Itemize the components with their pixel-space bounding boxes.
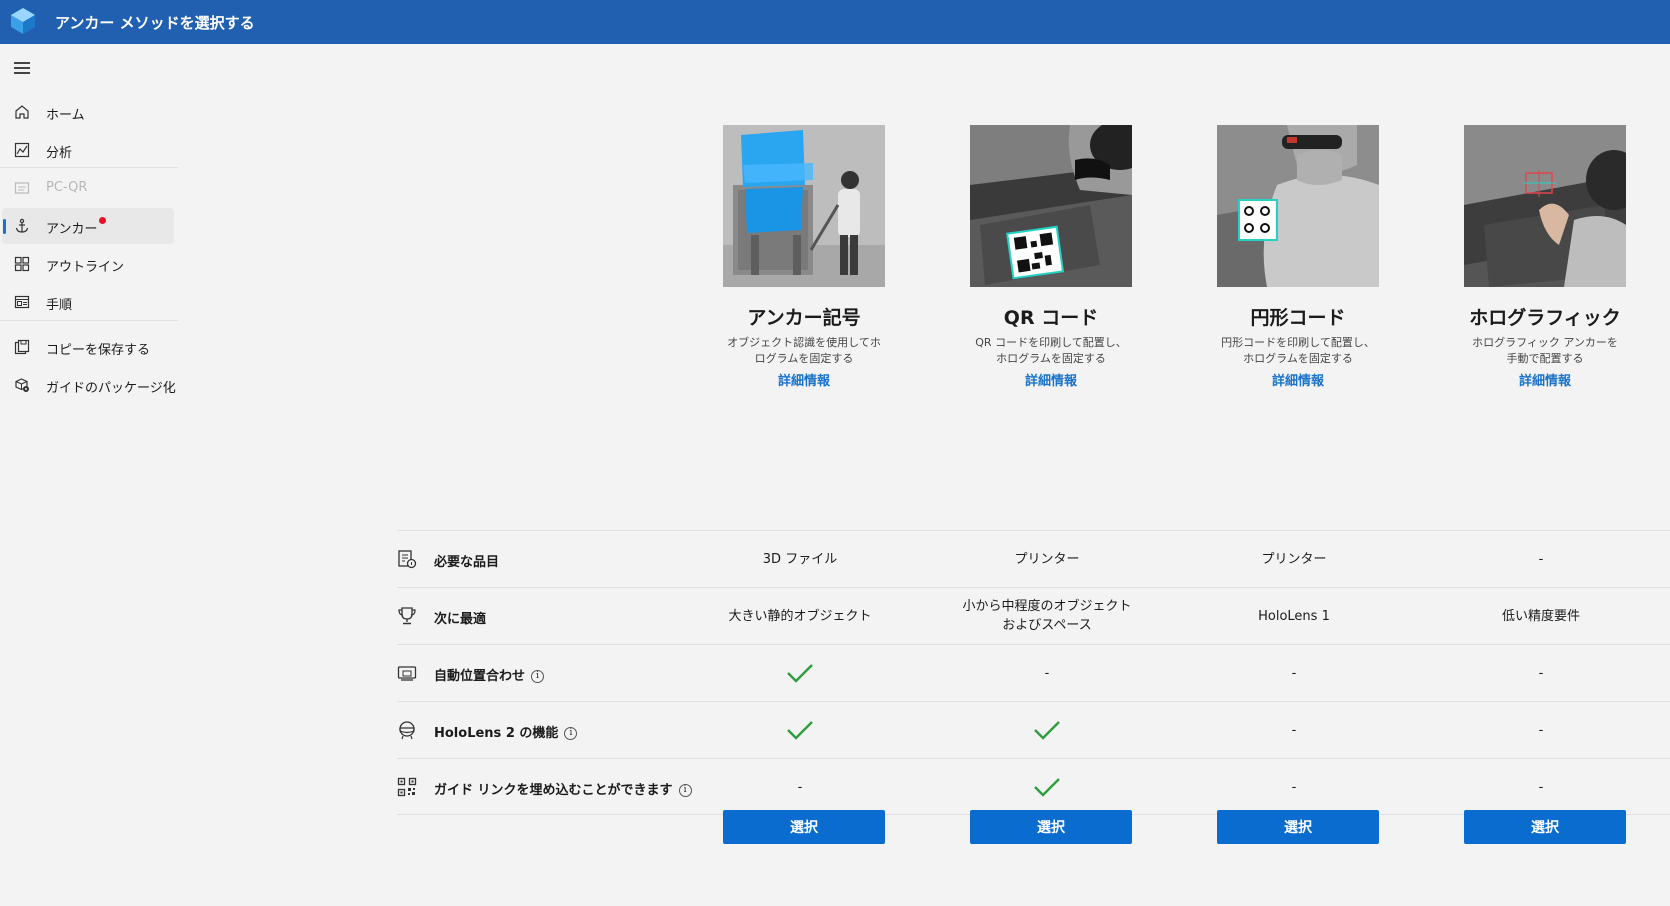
table-cell: HoloLens 1 [1258,608,1330,624]
select-holographic-button[interactable]: 選択 [1464,810,1626,844]
anchor-icon [15,218,29,233]
card-title: 円形コード [1250,307,1346,329]
checkmark-icon [1034,778,1060,797]
checkmark-icon [787,664,813,683]
analytics-icon [14,142,30,158]
check-cell [947,759,1147,815]
learn-more-link[interactable]: 詳細情報 [1217,370,1379,389]
hololens-icon [399,721,415,740]
window-title: アンカー メソッドを選択する [55,14,255,32]
holographic-anchor-image [1464,125,1626,287]
sidebar-item-steps[interactable]: 手順 [2,284,174,320]
check-cell [700,645,900,701]
card-description: 円形コードを印刷して配置し、ホログラムを固定する [1221,336,1375,365]
row-label: ガイド リンクを埋め込むことができます i [434,779,692,798]
table-cell: - [1291,779,1297,795]
learn-more-link[interactable]: 詳細情報 [723,370,885,389]
divider [0,167,178,168]
info-icon[interactable]: i [678,784,692,797]
checklist-icon [398,550,417,569]
sidebar-item-pc-qr: PC-QR [2,170,174,206]
table-cell: - [1291,722,1297,738]
sidebar-item-anchor[interactable]: アンカー [2,208,174,244]
anchor-method-card-circular: 円形コード 円形コードを印刷して配置し、ホログラムを固定する 詳細情報 [1217,125,1379,389]
checkmark-icon [1034,721,1060,740]
trophy-icon [398,607,416,625]
sidebar-item-label: コピーを保存する [46,343,151,358]
card-title: QR コード [1003,307,1099,329]
notification-badge [99,217,107,224]
sidebar-item-label: ガイドのパッケージ化 [46,381,176,396]
table-row-guide-link: ガイド リンクを埋め込むことができます i - - - [397,758,1670,815]
sidebar-item-analysis[interactable]: 分析 [2,132,174,168]
select-circular-code-button[interactable]: 選択 [1217,810,1379,844]
save-copy-icon [14,339,30,355]
sidebar-item-label: 分析 [46,146,73,161]
sidebar: ホーム 分析 PC-QR アンカー アウトライン 手順 コピーを保存する ガイド… [0,44,178,906]
card-icon [14,182,30,194]
learn-more-link[interactable]: 詳細情報 [970,370,1132,389]
sidebar-item-outline[interactable]: アウトライン [2,246,174,282]
card-description: ホログラフィック アンカーを手動で配置する [1472,336,1618,365]
steps-icon [14,295,30,309]
table-cell: - [1538,722,1544,738]
checkmark-icon [787,721,813,740]
table-cell: - [1044,665,1050,681]
table-row-required-items: 必要な品目 3D ファイル プリンター プリンター - [397,530,1670,587]
row-label: 次に最適 [434,612,487,627]
sidebar-item-label: アウトライン [46,260,125,275]
anchor-method-card-qr: QR コード QR コードを印刷して配置し、ホログラムを固定する 詳細情報 [970,125,1132,389]
table-cell: - [1538,779,1544,795]
info-icon[interactable]: i [531,670,545,683]
table-row-hololens2: HoloLens 2 の機能 i - - [397,701,1670,758]
main-content: アンカー記号 オブジェクト認識を使用してホログラムを固定する 詳細情報 QR コ… [178,44,1670,906]
sidebar-item-home[interactable]: ホーム [2,94,174,130]
table-row-best-for: 次に最適 大きい静的オブジェクト 小から中程度のオブジェクトおよびスペース Ho… [397,587,1670,644]
title-bar: アンカー メソッドを選択する [0,0,1670,44]
check-cell [947,702,1147,758]
anchor-method-card-object: アンカー記号 オブジェクト認識を使用してホログラムを固定する 詳細情報 [723,125,885,389]
table-row-auto-align: 自動位置合わせ i - - - [397,644,1670,701]
grid-icon [14,256,30,272]
table-cell: - [1538,665,1544,681]
table-cell: 3D ファイル [762,551,838,567]
card-description: QR コードを印刷して配置し、ホログラムを固定する [975,336,1127,365]
table-cell: - [797,779,803,795]
object-anchor-image [723,125,885,287]
info-icon[interactable]: i [564,727,578,740]
divider [0,320,178,321]
select-anchor-symbol-button[interactable]: 選択 [723,810,885,844]
table-cell: 小から中程度のオブジェクトおよびスペース [962,599,1132,633]
check-cell [700,702,900,758]
table-cell: 大きい静的オブジェクト [728,608,872,624]
package-icon [15,378,29,392]
card-title: アンカー記号 [747,307,861,329]
hamburger-menu-icon[interactable] [14,62,30,76]
card-description: オブジェクト認識を使用してホログラムを固定する [727,336,881,365]
row-label: 必要な品目 [434,555,500,570]
sidebar-item-label: ホーム [46,108,85,123]
learn-more-link[interactable]: 詳細情報 [1464,370,1626,389]
sidebar-item-label: PC-QR [46,180,88,195]
row-label: 自動位置合わせ i [434,665,545,684]
sidebar-item-label: 手順 [46,298,73,313]
qr-anchor-image [970,125,1132,287]
row-label: HoloLens 2 の機能 i [434,722,578,741]
select-qr-code-button[interactable]: 選択 [970,810,1132,844]
anchor-method-card-holographic: ホログラフィック ホログラフィック アンカーを手動で配置する 詳細情報 [1464,125,1626,389]
table-cell: - [1291,665,1297,681]
sidebar-item-package-guide[interactable]: ガイドのパッケージ化 [2,367,176,403]
card-title: ホログラフィック [1469,307,1621,329]
table-cell: プリンター [1014,551,1080,567]
auto-align-icon [397,666,417,681]
sidebar-item-label: アンカー [46,222,98,237]
table-cell: 低い精度要件 [1501,608,1580,624]
qr-code-icon [397,777,417,797]
sidebar-item-save-copy[interactable]: コピーを保存する [2,329,174,365]
circular-code-anchor-image [1217,125,1379,287]
table-cell: プリンター [1261,551,1327,567]
table-cell: - [1538,551,1544,567]
app-logo-icon [11,8,35,34]
home-icon [15,105,29,119]
